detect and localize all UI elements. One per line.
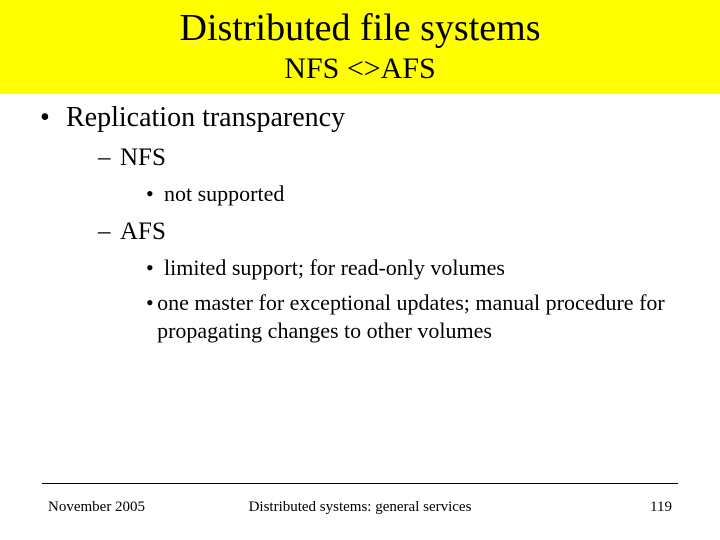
slide: Distributed file systems NFS <>AFS • Rep… [0,0,720,540]
bullet-text: AFS [120,218,166,246]
bullet-text: one master for exceptional updates; manu… [157,289,680,344]
title-band: Distributed file systems NFS <>AFS [0,0,720,94]
slide-subtitle: NFS <>AFS [0,52,720,86]
dash-bullet-icon: – [98,144,120,172]
footer-date: November 2005 [48,499,145,516]
bullet-text: limited support; for read-only volumes [164,254,505,282]
bullet-level3: • one master for exceptional updates; ma… [146,289,680,344]
disc-bullet-icon: • [146,289,157,317]
disc-bullet-icon: • [146,254,164,282]
page-number: 119 [650,499,672,516]
disc-bullet-icon: • [146,180,164,208]
bullet-level3: • not supported [146,180,680,208]
bullet-text: NFS [120,144,166,172]
bullet-text: not supported [164,180,284,208]
footer-divider [42,483,678,484]
disc-bullet-icon: • [40,102,66,134]
bullet-level2: – AFS [98,218,680,246]
bullet-level1: • Replication transparency [40,102,680,134]
dash-bullet-icon: – [98,218,120,246]
bullet-level3: • limited support; for read-only volumes [146,254,680,282]
bullet-text: Replication transparency [66,102,345,134]
bullet-level2: – NFS [98,144,680,172]
slide-title: Distributed file systems [0,6,720,50]
slide-body: • Replication transparency – NFS • not s… [0,94,720,344]
footer: November 2005 Distributed systems: gener… [0,499,720,516]
